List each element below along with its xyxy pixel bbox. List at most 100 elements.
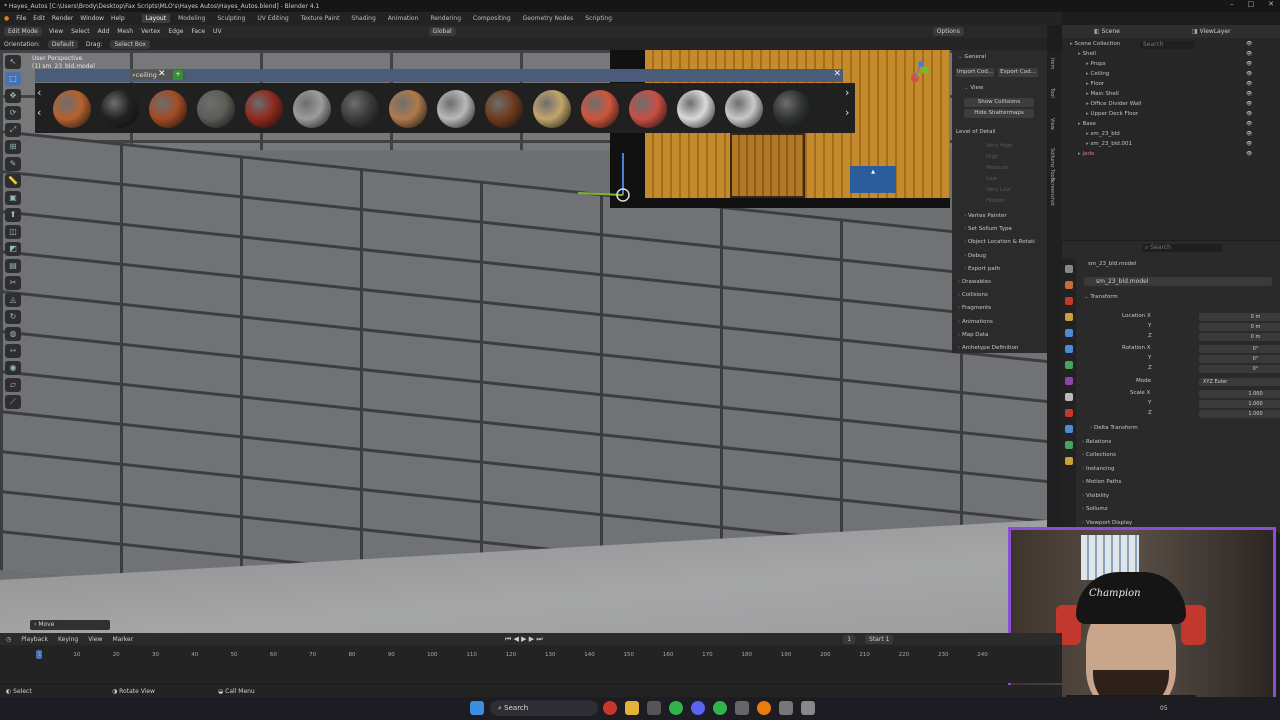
jump-end-icon[interactable]: ⏭ <box>536 635 542 643</box>
visibility-eye-icon[interactable]: 👁 <box>1246 141 1252 147</box>
ntab-tool[interactable]: Tool <box>1049 88 1055 98</box>
app3-icon[interactable] <box>801 701 815 715</box>
start-frame-field[interactable]: Start 1 <box>865 634 894 644</box>
lod-very-high[interactable]: Very High <box>986 143 1013 149</box>
properties-tab-icon[interactable] <box>1065 425 1073 433</box>
outliner-search[interactable]: Search <box>1140 41 1195 49</box>
lod-hidden[interactable]: Hidden <box>986 198 1006 204</box>
rotation-mode-dropdown[interactable]: XYZ Euler <box>1199 378 1280 386</box>
loop-cut-tool-icon[interactable]: ▤ <box>5 259 21 273</box>
outliner-item[interactable]: ▸ sm_23_bld.001 <box>1086 141 1132 147</box>
minimize-icon[interactable]: – <box>1230 0 1234 8</box>
mat-pink-sphere[interactable] <box>629 90 667 128</box>
ntab-item[interactable]: Item <box>1049 58 1055 69</box>
tab-layout[interactable]: Layout <box>141 14 171 23</box>
tab-animation[interactable]: Animation <box>384 14 423 23</box>
properties-tab-icon[interactable] <box>1065 345 1073 353</box>
inset-tool-icon[interactable]: ◫ <box>5 225 21 239</box>
clear-search-icon[interactable]: ✕ <box>158 69 166 79</box>
visibility-eye-icon[interactable]: 👁 <box>1246 71 1252 77</box>
visibility-eye-icon[interactable]: 👁 <box>1246 61 1252 67</box>
edge-slide-tool-icon[interactable]: ⇿ <box>5 344 21 358</box>
outliner-item[interactable]: ▸ Office Divider Wall <box>1086 101 1141 107</box>
outliner-item[interactable]: ▸ Upper Deck Floor <box>1086 111 1138 117</box>
timeline-menu-marker[interactable]: Marker <box>112 636 133 643</box>
mat-orange-sphere[interactable] <box>53 90 91 128</box>
npanel-section-10[interactable]: › Archetype Definition <box>958 345 1018 351</box>
properties-tab-icon[interactable] <box>1065 377 1073 385</box>
app-icon[interactable] <box>735 701 749 715</box>
transform-section[interactable]: ⌄ Transform <box>1084 294 1118 300</box>
prev-page-icon[interactable]: ‹ <box>37 87 41 99</box>
move-tool-icon[interactable]: ✥ <box>5 89 21 103</box>
outliner-item[interactable]: ▸ Jade <box>1078 151 1094 157</box>
mat-salmon-sphere[interactable] <box>581 90 619 128</box>
property-field[interactable]: 0° <box>1199 365 1280 373</box>
next-icon[interactable]: › <box>845 107 849 119</box>
viewport-menu-mesh[interactable]: Mesh <box>117 28 133 35</box>
mat-tile-sphere[interactable] <box>293 90 331 128</box>
cursor-tool-icon[interactable]: ↖ <box>5 55 21 69</box>
blender-logo-icon[interactable]: ● <box>4 15 9 22</box>
property-field[interactable]: 1.000 <box>1199 410 1280 418</box>
import-button[interactable]: Import Cod... <box>956 68 994 77</box>
properties-tab-icon[interactable] <box>1065 393 1073 401</box>
shrink-fatten-tool-icon[interactable]: ◉ <box>5 361 21 375</box>
shear-tool-icon[interactable]: ▱ <box>5 378 21 392</box>
prev-key-icon[interactable]: ◀ <box>514 635 519 643</box>
property-field[interactable]: 1.000 <box>1199 400 1280 408</box>
close-icon[interactable]: ✕ <box>1268 0 1274 8</box>
close-popup-icon[interactable]: ✕ <box>833 69 841 79</box>
orientation-dropdown[interactable]: Default <box>47 39 78 49</box>
poly-build-tool-icon[interactable]: ◬ <box>5 293 21 307</box>
npanel-section-5[interactable]: › Drawables <box>958 279 991 285</box>
properties-tab-icon[interactable] <box>1065 313 1073 321</box>
viewport-menu-vertex[interactable]: Vertex <box>141 28 160 35</box>
menu-file[interactable]: File <box>16 15 26 22</box>
ntab-view[interactable]: View <box>1049 118 1055 130</box>
outliner-item[interactable]: ▸ Shell <box>1078 51 1096 57</box>
properties-tab-icon[interactable] <box>1065 329 1073 337</box>
lod-medium[interactable]: Medium <box>986 165 1008 171</box>
bevel-tool-icon[interactable]: ◩ <box>5 242 21 256</box>
outliner-item[interactable]: ▸ Props <box>1086 61 1106 67</box>
play-icon[interactable]: ▶ <box>521 635 526 643</box>
mat-grey-sphere[interactable] <box>197 90 235 128</box>
mode-selector[interactable]: Edit Mode <box>4 27 42 36</box>
viewport-menu-add[interactable]: Add <box>98 28 110 35</box>
start-icon[interactable] <box>470 701 484 715</box>
mat-red-sphere[interactable] <box>245 90 283 128</box>
prev-icon[interactable]: ‹ <box>37 107 41 119</box>
jump-start-icon[interactable]: ⏮ <box>505 635 511 643</box>
mat-dark2-sphere[interactable] <box>341 90 379 128</box>
property-field[interactable]: 1.000 <box>1199 390 1280 398</box>
next-page-icon[interactable]: › <box>845 87 849 99</box>
ntab-sollumz-tools[interactable]: Sollumz Tools <box>1049 148 1055 182</box>
property-field[interactable]: 0 m <box>1199 313 1280 321</box>
visibility-eye-icon[interactable]: 👁 <box>1246 111 1252 117</box>
lod-high[interactable]: High <box>986 154 999 160</box>
npanel-section-0[interactable]: › Vertex Painter <box>964 213 1007 219</box>
properties-tab-icon[interactable] <box>1065 361 1073 369</box>
viewport-menu-uv[interactable]: UV <box>213 28 222 35</box>
app2-icon[interactable] <box>779 701 793 715</box>
tab-scripting[interactable]: Scripting <box>581 14 616 23</box>
npanel-section-9[interactable]: › Map Data <box>958 332 988 338</box>
tab-compositing[interactable]: Compositing <box>469 14 515 23</box>
tab-uv-editing[interactable]: UV Editing <box>253 14 292 23</box>
viewport-options-button[interactable]: Options <box>932 27 964 36</box>
property-section[interactable]: › Instancing <box>1082 466 1114 472</box>
file-explorer-icon[interactable] <box>625 701 639 715</box>
tab-modeling[interactable]: Modeling <box>174 14 209 23</box>
timeline-menu-playback[interactable]: Playback <box>21 636 48 643</box>
outliner-item[interactable]: ▸ sm_23_bld <box>1086 131 1120 137</box>
outliner-item[interactable]: ▸ Ceiling <box>1086 71 1109 77</box>
blender-taskbar-icon[interactable] <box>757 701 771 715</box>
transform-orientation[interactable]: Global <box>428 27 456 36</box>
property-section[interactable]: › Collections <box>1082 452 1116 458</box>
viewport-menu-face[interactable]: Face <box>191 28 205 35</box>
scene-selector[interactable]: ◧ Scene <box>1094 28 1120 35</box>
object-name-field[interactable]: sm_23_bld.model <box>1084 277 1272 286</box>
mat-black-sphere[interactable] <box>773 90 811 128</box>
view-section[interactable]: ⌄ View <box>964 85 983 91</box>
